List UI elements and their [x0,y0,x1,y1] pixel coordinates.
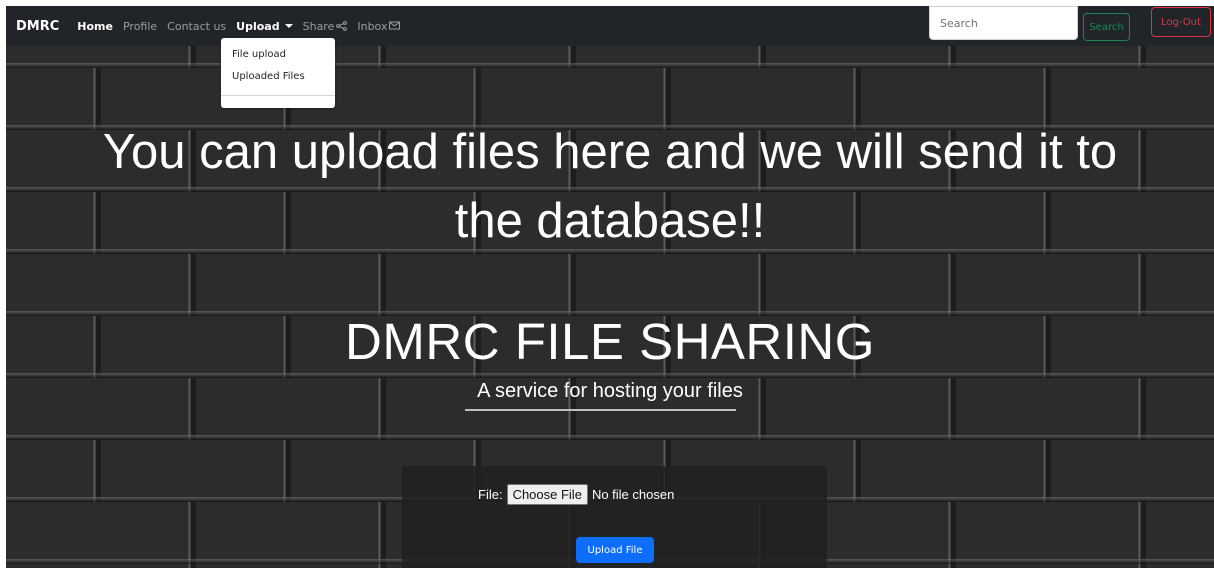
nav-upload-dropdown[interactable]: Upload [236,19,293,33]
hero-headline-line1: You can upload files here and we will se… [102,125,1118,179]
search-placeholder: Search [940,16,978,30]
file-input-row: File: Choose File No file chosen [478,482,674,506]
brick-row [6,254,1214,316]
upload-file-button[interactable]: Upload File [576,537,654,563]
nav-upload-label: Upload [236,19,280,33]
brand-logo[interactable]: DMRC [16,19,59,34]
dropdown-divider [221,95,335,96]
page-background: DMRC Home Profile Contact us Upload Shar… [6,6,1214,568]
nav-contact[interactable]: Contact us [167,20,226,33]
nav-share-label: Share [302,19,335,33]
search-input[interactable]: Search [929,6,1078,40]
page-subtitle: A service for hosting your files [477,380,743,402]
navbar: DMRC Home Profile Contact us Upload Shar… [6,6,1214,46]
title-divider [465,409,736,411]
logout-button[interactable]: Log-Out [1151,7,1211,37]
hero-headline-line2: the database!! [454,194,766,248]
envelope-icon [389,21,401,29]
file-label: File: [478,486,503,502]
choose-file-button[interactable]: Choose File [506,483,588,505]
hero-headline: You can upload files here and we will se… [6,118,1214,256]
nav-home[interactable]: Home [77,20,113,33]
page-title: DMRC FILE SHARING [345,313,875,370]
nav-share[interactable]: Share [303,20,348,33]
upload-dropdown-menu: File upload Uploaded Files [221,38,335,108]
share-icon [336,20,348,31]
dropdown-item-uploaded-files[interactable]: Uploaded Files [232,71,305,82]
nav-inbox-label: Inbox [357,19,388,33]
nav-profile[interactable]: Profile [123,20,157,33]
file-status: No file chosen [591,486,675,502]
dropdown-item-file-upload[interactable]: File upload [232,49,286,60]
search-button[interactable]: Search [1083,13,1130,41]
nav-inbox[interactable]: Inbox [357,20,401,33]
caret-down-icon [284,23,293,28]
